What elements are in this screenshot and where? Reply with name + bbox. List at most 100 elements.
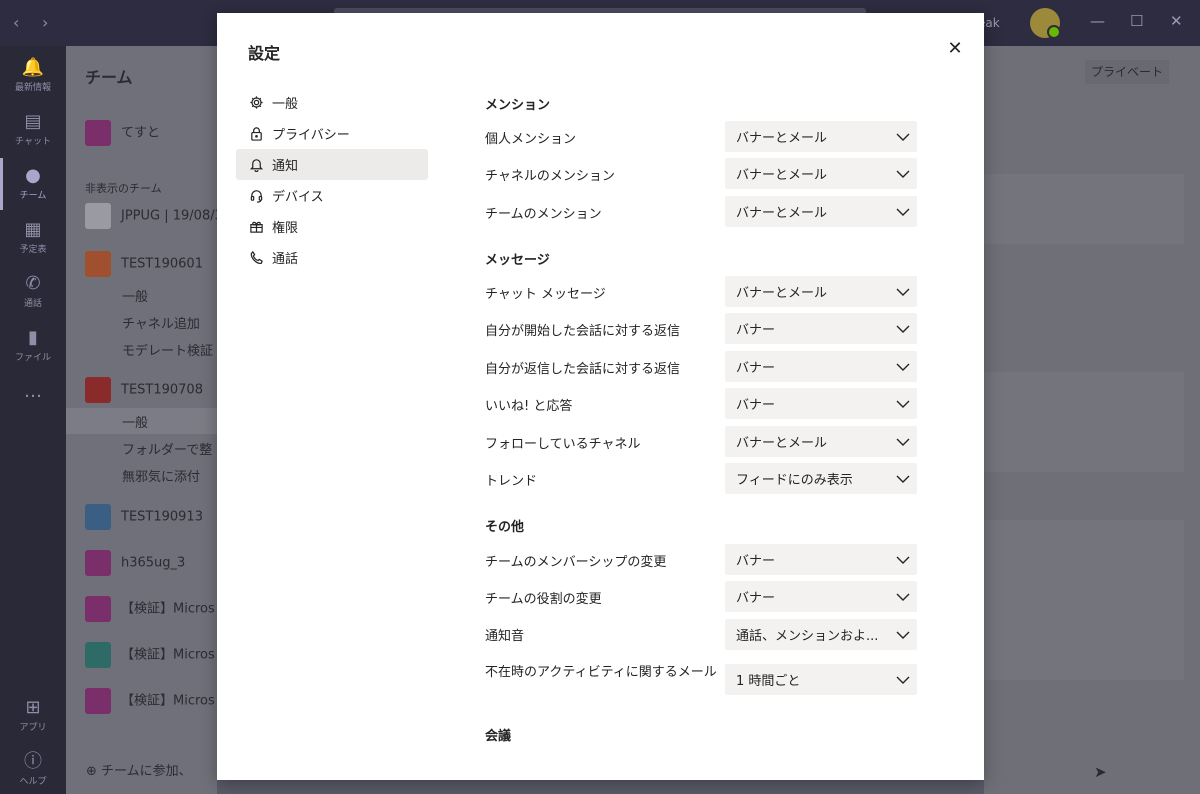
rail-calls[interactable]: ✆ 通話 xyxy=(0,274,66,310)
replies-replied-dropdown[interactable]: バナー xyxy=(725,351,917,382)
minimize-icon[interactable]: — xyxy=(1090,12,1105,30)
channel-mention-dropdown[interactable]: バナーとメール xyxy=(725,158,917,189)
close-window-icon[interactable]: ✕ xyxy=(1170,12,1183,30)
team-item[interactable]: TEST190601 xyxy=(85,251,203,277)
private-button[interactable]: プライベート xyxy=(1085,60,1169,84)
menu-item-label: 通話 xyxy=(272,252,299,267)
section-other-heading: その他 xyxy=(485,520,525,535)
replies-started-dropdown[interactable]: バナー xyxy=(725,313,917,344)
channel-item[interactable]: 一般 xyxy=(122,286,148,305)
team-avatar xyxy=(85,120,111,146)
team-name: 【検証】Micros xyxy=(121,601,215,617)
team-name: TEST190913 xyxy=(121,509,203,525)
bell-icon: 🔔 xyxy=(21,57,45,78)
chevron-down-icon xyxy=(889,463,917,494)
rail-more[interactable]: … xyxy=(0,382,66,402)
rail-apps[interactable]: ⊞ アプリ xyxy=(0,697,66,734)
setting-label: 不在時のアクティビティに関するメール xyxy=(485,665,717,680)
menu-item-general[interactable]: 一般 xyxy=(236,87,428,118)
menu-item-privacy[interactable]: プライバシー xyxy=(236,118,428,149)
followed-channels-dropdown[interactable]: バナーとメール xyxy=(725,426,917,457)
chat-icon: ▤ xyxy=(24,111,42,132)
setting-label: 自分が開始した会話に対する返信 xyxy=(485,324,681,339)
chevron-down-icon xyxy=(889,196,917,227)
rail-label: 最新情報 xyxy=(14,83,51,93)
team-avatar xyxy=(85,504,111,530)
team-avatar xyxy=(85,377,111,403)
app-rail: 🔔 最新情報 ▤ チャット ● チーム ▦ 予定表 ✆ 通話 ▮ ファイル … … xyxy=(0,46,66,794)
chat-message-dropdown[interactable]: バナーとメール xyxy=(725,276,917,307)
likes-reactions-dropdown[interactable]: バナー xyxy=(725,388,917,419)
menu-item-calls[interactable]: 通話 xyxy=(236,242,428,273)
bell-icon xyxy=(248,157,264,173)
dialog-title: 設定 xyxy=(248,44,281,63)
team-avatar xyxy=(85,688,111,714)
team-item[interactable]: h365ug_3 xyxy=(85,550,185,576)
message-card xyxy=(984,520,1184,680)
dropdown-value: バナーとメール xyxy=(736,131,828,146)
team-name: 【検証】Micros xyxy=(121,693,215,709)
chevron-down-icon xyxy=(889,619,917,650)
maximize-icon[interactable]: ☐ xyxy=(1130,12,1143,30)
menu-item-label: 権限 xyxy=(272,221,299,236)
membership-change-dropdown[interactable]: バナー xyxy=(725,544,917,575)
notification-settings: メンション 個人メンション バナーとメール チャネルのメンション バナーとメール… xyxy=(485,13,925,780)
team-avatar xyxy=(85,596,111,622)
team-name: 【検証】Micros xyxy=(121,647,215,663)
team-item[interactable]: 【検証】Micros xyxy=(85,688,215,714)
team-item[interactable]: TEST190708 xyxy=(85,377,203,403)
join-team-button[interactable]: ⊕ チームに参加、 xyxy=(86,760,192,779)
rail-label: アプリ xyxy=(19,723,47,733)
chevron-down-icon xyxy=(889,276,917,307)
rail-teams[interactable]: ● チーム xyxy=(0,158,66,210)
channel-item[interactable]: 無邪気に添付 xyxy=(122,466,200,485)
teams-icon: ● xyxy=(25,165,41,186)
back-arrow-icon[interactable]: ‹ xyxy=(13,13,19,32)
dropdown-value: バナー xyxy=(736,398,776,413)
dropdown-value: バナー xyxy=(736,591,776,606)
apps-icon: ⊞ xyxy=(25,697,41,718)
hidden-teams-heading: 非表示のチーム xyxy=(85,182,162,195)
dropdown-value: バナー xyxy=(736,361,776,376)
team-item[interactable]: てすと xyxy=(85,120,160,146)
menu-item-label: プライバシー xyxy=(272,128,350,143)
trending-dropdown[interactable]: フィードにのみ表示 xyxy=(725,463,917,494)
rail-files[interactable]: ▮ ファイル xyxy=(0,328,66,364)
team-item[interactable]: TEST190913 xyxy=(85,504,203,530)
chevron-down-icon xyxy=(889,581,917,612)
headset-icon xyxy=(248,188,264,204)
menu-item-devices[interactable]: デバイス xyxy=(236,180,428,211)
missed-activity-email-dropdown[interactable]: 1 時間ごと xyxy=(725,664,917,695)
team-mention-dropdown[interactable]: バナーとメール xyxy=(725,196,917,227)
dropdown-value: バナーとメール xyxy=(736,286,828,301)
message-card xyxy=(984,174,1184,244)
menu-item-permissions[interactable]: 権限 xyxy=(236,211,428,242)
notification-sound-dropdown[interactable]: 通話、メンションおよ... xyxy=(725,619,917,650)
team-avatar xyxy=(85,550,111,576)
close-icon[interactable]: ✕ xyxy=(944,38,966,60)
team-name: TEST190601 xyxy=(121,256,203,272)
channel-item[interactable]: モデレート検証 xyxy=(122,340,213,359)
team-item[interactable]: JPPUG | 19/08/3 xyxy=(85,203,217,229)
rail-activity[interactable]: 🔔 最新情報 xyxy=(0,57,66,94)
menu-item-notifications[interactable]: 通知 xyxy=(236,149,428,180)
channel-item[interactable]: チャネル追加 xyxy=(122,313,200,332)
rail-label: ファイル xyxy=(14,353,51,363)
role-change-dropdown[interactable]: バナー xyxy=(725,581,917,612)
channel-area: プライベート ➤ xyxy=(984,46,1200,794)
team-item[interactable]: 【検証】Micros xyxy=(85,596,215,622)
team-item[interactable]: 【検証】Micros xyxy=(85,642,215,668)
chevron-down-icon xyxy=(889,544,917,575)
teams-pane: チーム てすと 非表示のチーム JPPUG | 19/08/3 TEST1906… xyxy=(66,46,217,794)
send-icon[interactable]: ➤ xyxy=(1094,763,1107,781)
rail-calendar[interactable]: ▦ 予定表 xyxy=(0,220,66,256)
channel-item[interactable]: フォルダーで整 xyxy=(122,439,212,458)
channel-item[interactable]: 一般 xyxy=(122,412,148,431)
rail-chat[interactable]: ▤ チャット xyxy=(0,111,66,148)
forward-arrow-icon[interactable]: › xyxy=(42,13,48,32)
more-icon: … xyxy=(24,381,42,402)
dropdown-value: バナーとメール xyxy=(736,436,828,451)
profile-avatar[interactable] xyxy=(1030,8,1061,39)
personal-mention-dropdown[interactable]: バナーとメール xyxy=(725,121,917,152)
rail-help[interactable]: ⓘ ヘルプ xyxy=(0,752,66,788)
